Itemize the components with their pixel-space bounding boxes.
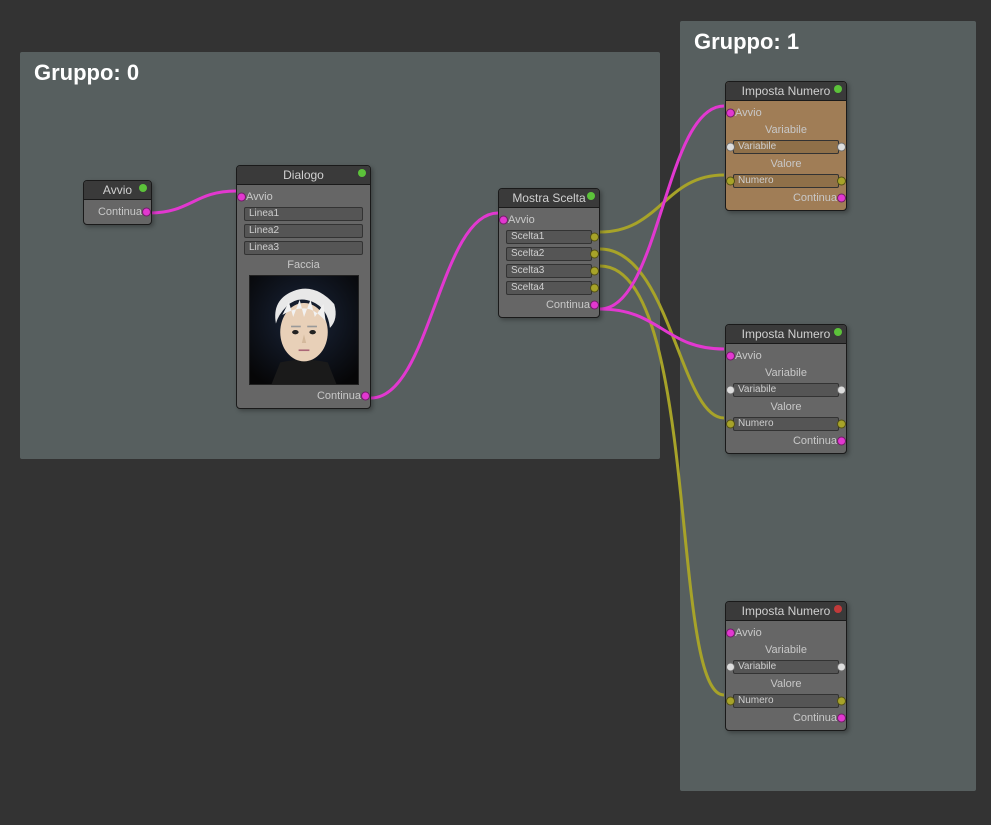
node-dialogo-header[interactable]: Dialogo xyxy=(237,166,370,185)
imposta1-variabile-field[interactable]: Variabile xyxy=(733,140,839,154)
imposta2-continue-label: Continua xyxy=(731,435,841,447)
mostrascelta-s2-field[interactable]: Scelta2 xyxy=(506,247,592,261)
mostrascelta-continue-label: Continua xyxy=(504,299,594,311)
avvio-continue-label: Continua xyxy=(89,206,146,218)
port-dialogo-continue[interactable] xyxy=(361,391,370,400)
port-imposta2-num-out[interactable] xyxy=(837,419,846,428)
node-imposta-3-title: Imposta Numero xyxy=(742,604,831,618)
port-imposta1-var-in[interactable] xyxy=(726,142,735,151)
port-imposta3-var-out[interactable] xyxy=(837,662,846,671)
mostrascelta-avvio-label: Avvio xyxy=(504,214,594,226)
port-mostrascelta-s1[interactable] xyxy=(590,232,599,241)
port-imposta1-avvio[interactable] xyxy=(726,108,735,117)
port-imposta2-var-out[interactable] xyxy=(837,385,846,394)
mostrascelta-s3-field[interactable]: Scelta3 xyxy=(506,264,592,278)
imposta3-continue-label: Continua xyxy=(731,712,841,724)
node-imposta-1-title: Imposta Numero xyxy=(742,84,831,98)
imposta2-variabile-field[interactable]: Variabile xyxy=(733,383,839,397)
group-1-title: Gruppo: 1 xyxy=(680,21,976,55)
node-imposta-1[interactable]: Imposta Numero Avvio Variabile Variabile… xyxy=(725,81,847,211)
node-avvio[interactable]: Avvio Continua xyxy=(83,180,152,225)
node-imposta-2[interactable]: Imposta Numero Avvio Variabile Variabile… xyxy=(725,324,847,454)
node-imposta-3-header[interactable]: Imposta Numero xyxy=(726,602,846,621)
imposta2-numero-field[interactable]: Numero xyxy=(733,417,839,431)
port-imposta3-var-in[interactable] xyxy=(726,662,735,671)
port-imposta2-var-in[interactable] xyxy=(726,385,735,394)
status-dot-icon xyxy=(587,192,595,200)
mostrascelta-s1-field[interactable]: Scelta1 xyxy=(506,230,592,244)
imposta3-valore-label: Valore xyxy=(731,678,841,690)
port-imposta3-num-in[interactable] xyxy=(726,696,735,705)
status-dot-icon xyxy=(834,605,842,613)
node-dialogo-title: Dialogo xyxy=(283,168,324,182)
node-mostrascelta-header[interactable]: Mostra Scelta xyxy=(499,189,599,208)
imposta2-variabile-label: Variabile xyxy=(731,367,841,379)
port-imposta2-num-in[interactable] xyxy=(726,419,735,428)
port-imposta1-continue[interactable] xyxy=(837,193,846,202)
port-imposta3-continue[interactable] xyxy=(837,713,846,722)
node-imposta-2-header[interactable]: Imposta Numero xyxy=(726,325,846,344)
status-dot-icon xyxy=(834,85,842,93)
dialogo-continue-label: Continua xyxy=(242,390,365,402)
dialogo-faccia-label: Faccia xyxy=(242,259,365,271)
imposta3-variabile-label: Variabile xyxy=(731,644,841,656)
port-mostrascelta-s4[interactable] xyxy=(590,283,599,292)
dialogo-line3-field[interactable]: Linea3 xyxy=(244,241,363,255)
dialogo-line1-field[interactable]: Linea1 xyxy=(244,207,363,221)
imposta3-avvio-label: Avvio xyxy=(731,627,841,639)
port-imposta3-num-out[interactable] xyxy=(837,696,846,705)
port-mostrascelta-avvio[interactable] xyxy=(499,215,508,224)
port-mostrascelta-s3[interactable] xyxy=(590,266,599,275)
port-imposta3-avvio[interactable] xyxy=(726,628,735,637)
node-dialogo[interactable]: Dialogo Avvio Linea1 Linea2 Linea3 Facci… xyxy=(236,165,371,409)
imposta1-valore-label: Valore xyxy=(731,158,841,170)
port-imposta1-num-out[interactable] xyxy=(837,176,846,185)
group-0-title: Gruppo: 0 xyxy=(20,52,660,86)
status-dot-icon xyxy=(358,169,366,177)
imposta2-avvio-label: Avvio xyxy=(731,350,841,362)
status-dot-icon xyxy=(139,184,147,192)
node-avvio-header[interactable]: Avvio xyxy=(84,181,151,200)
imposta3-numero-field[interactable]: Numero xyxy=(733,694,839,708)
status-dot-icon xyxy=(834,328,842,336)
mostrascelta-s4-field[interactable]: Scelta4 xyxy=(506,281,592,295)
port-imposta2-avvio[interactable] xyxy=(726,351,735,360)
imposta1-variabile-label: Variabile xyxy=(731,124,841,136)
imposta1-continue-label: Continua xyxy=(731,192,841,204)
imposta1-avvio-label: Avvio xyxy=(731,107,841,119)
port-mostrascelta-continue[interactable] xyxy=(590,300,599,309)
node-imposta-1-header[interactable]: Imposta Numero xyxy=(726,82,846,101)
imposta1-numero-field[interactable]: Numero xyxy=(733,174,839,188)
port-imposta1-var-out[interactable] xyxy=(837,142,846,151)
dialogo-avvio-label: Avvio xyxy=(242,191,365,203)
imposta3-variabile-field[interactable]: Variabile xyxy=(733,660,839,674)
port-imposta1-num-in[interactable] xyxy=(726,176,735,185)
port-imposta2-continue[interactable] xyxy=(837,436,846,445)
node-avvio-title: Avvio xyxy=(103,183,132,197)
port-dialogo-avvio[interactable] xyxy=(237,192,246,201)
node-imposta-3[interactable]: Imposta Numero Avvio Variabile Variabile… xyxy=(725,601,847,731)
imposta2-valore-label: Valore xyxy=(731,401,841,413)
node-mostrascelta-title: Mostra Scelta xyxy=(512,191,585,205)
port-mostrascelta-s2[interactable] xyxy=(590,249,599,258)
node-imposta-2-title: Imposta Numero xyxy=(742,327,831,341)
port-avvio-continue[interactable] xyxy=(142,207,151,216)
face-image[interactable] xyxy=(249,275,359,385)
dialogo-line2-field[interactable]: Linea2 xyxy=(244,224,363,238)
node-mostrascelta[interactable]: Mostra Scelta Avvio Scelta1 Scelta2 Scel… xyxy=(498,188,600,318)
